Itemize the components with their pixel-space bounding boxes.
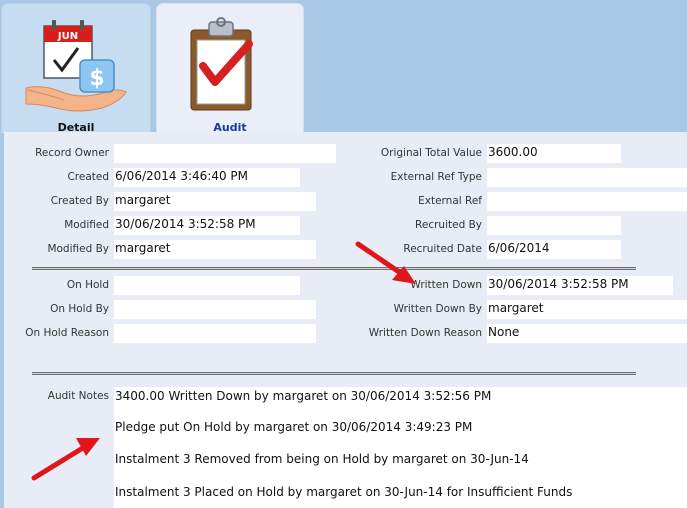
audit-notes-box[interactable]: 3400.00 Written Down by margaret on 30/0… — [114, 387, 687, 508]
recruited-by-label: Recruited By — [415, 219, 482, 231]
tab-audit-label: Audit — [213, 121, 247, 134]
calendar-money-icon: JUN $ — [25, 20, 127, 112]
section-divider — [32, 372, 636, 375]
annotation-arrow-icon — [355, 241, 416, 284]
written-down-field[interactable]: 30/06/2014 3:52:58 PM — [487, 276, 673, 295]
audit-panel: Record Owner Created 6/06/2014 3:46:40 P… — [4, 132, 687, 508]
on-hold-field[interactable] — [114, 276, 300, 295]
written-down-reason-label: Written Down Reason — [368, 327, 482, 339]
record-owner-field[interactable] — [114, 144, 336, 163]
record-owner-label: Record Owner — [35, 147, 109, 159]
modified-label: Modified — [64, 219, 109, 231]
on-hold-reason-field[interactable] — [114, 324, 316, 343]
audit-note-line: Pledge put On Hold by margaret on 30/06/… — [115, 420, 473, 434]
audit-note-line: Instalment 3 Removed from being on Hold … — [115, 452, 529, 466]
original-total-value-label: Original Total Value — [380, 147, 482, 159]
modified-by-label: Modified By — [47, 243, 109, 255]
audit-note-line: 3400.00 Written Down by margaret on 30/0… — [115, 389, 492, 403]
created-by-field[interactable]: margaret — [114, 192, 316, 211]
tab-audit[interactable]: Audit — [156, 3, 304, 134]
on-hold-by-label: On Hold By — [50, 303, 109, 315]
svg-text:$: $ — [89, 66, 104, 91]
on-hold-reason-label: On Hold Reason — [25, 327, 109, 339]
audit-note-line: Instalment 3 Placed on Hold by margaret … — [115, 485, 573, 499]
calendar-month-text: JUN — [57, 31, 78, 42]
tab-detail[interactable]: JUN $ Detail — [1, 3, 151, 134]
modified-by-field[interactable]: margaret — [114, 240, 316, 259]
created-by-label: Created By — [50, 195, 109, 207]
on-hold-by-field[interactable] — [114, 300, 316, 319]
clipboard-check-icon — [190, 17, 253, 111]
audit-notes-label: Audit Notes — [47, 390, 109, 402]
written-down-by-label: Written Down By — [393, 303, 482, 315]
recruited-by-field[interactable] — [487, 216, 621, 235]
annotation-arrow-icon — [31, 438, 100, 481]
on-hold-label: On Hold — [66, 279, 109, 291]
section-divider — [32, 267, 636, 270]
external-ref-label: External Ref — [418, 195, 482, 207]
created-label: Created — [67, 171, 109, 183]
external-ref-field[interactable] — [487, 192, 687, 211]
modified-field[interactable]: 30/06/2014 3:52:58 PM — [114, 216, 300, 235]
created-field[interactable]: 6/06/2014 3:46:40 PM — [114, 168, 300, 187]
written-down-by-field[interactable]: margaret — [487, 300, 687, 319]
external-ref-type-field[interactable] — [487, 168, 687, 187]
external-ref-type-label: External Ref Type — [390, 171, 482, 183]
written-down-reason-field[interactable]: None — [487, 324, 687, 343]
original-total-value-field[interactable]: 3600.00 — [487, 144, 621, 163]
recruited-date-field[interactable]: 6/06/2014 — [487, 240, 621, 259]
tab-strip: JUN $ Detail Audit — [0, 0, 687, 134]
